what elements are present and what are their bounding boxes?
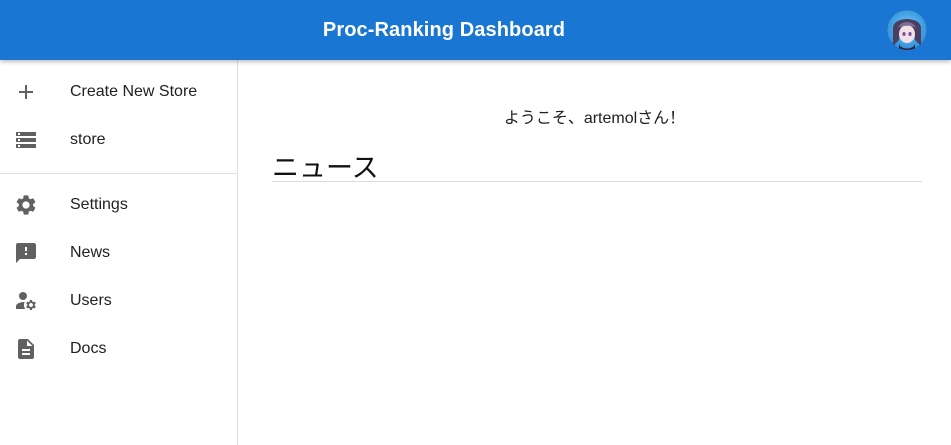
sidebar-item-docs[interactable]: Docs <box>0 325 237 373</box>
user-avatar[interactable] <box>887 10 927 50</box>
news-divider <box>272 181 922 182</box>
news-heading: ニュース <box>272 153 379 183</box>
sidebar-item-label: News <box>70 244 111 261</box>
sidebar-item-label: Settings <box>70 196 128 213</box>
sidebar-item-label: Users <box>70 292 112 309</box>
sidebar-item-news[interactable]: News <box>0 229 237 277</box>
app-title: Proc-Ranking Dashboard <box>322 19 566 41</box>
feedback-icon <box>14 241 38 265</box>
sidebar-item-store[interactable]: store <box>0 116 237 164</box>
app-bar: Proc-Ranking Dashboard <box>0 0 951 60</box>
sidebar-item-settings[interactable]: Settings <box>0 181 237 229</box>
plus-icon <box>14 80 38 104</box>
sidebar-item-label: store <box>70 131 106 148</box>
main-content: ようこそ、artemolさん！ ニュース <box>238 60 951 445</box>
storage-icon <box>14 128 38 152</box>
user-settings-icon <box>14 289 38 313</box>
welcome-message: ようこそ、artemolさん！ <box>503 110 686 127</box>
sidebar-divider <box>0 173 237 174</box>
sidebar-item-label: Create New Store <box>70 83 198 100</box>
sidebar: Create New Store store Settings News Use… <box>0 60 238 445</box>
gear-icon <box>14 193 38 217</box>
avatar-image-icon <box>887 10 927 50</box>
document-icon <box>14 337 38 361</box>
sidebar-item-create-new-store[interactable]: Create New Store <box>0 68 237 116</box>
sidebar-item-label: Docs <box>70 340 107 357</box>
sidebar-item-users[interactable]: Users <box>0 277 237 325</box>
